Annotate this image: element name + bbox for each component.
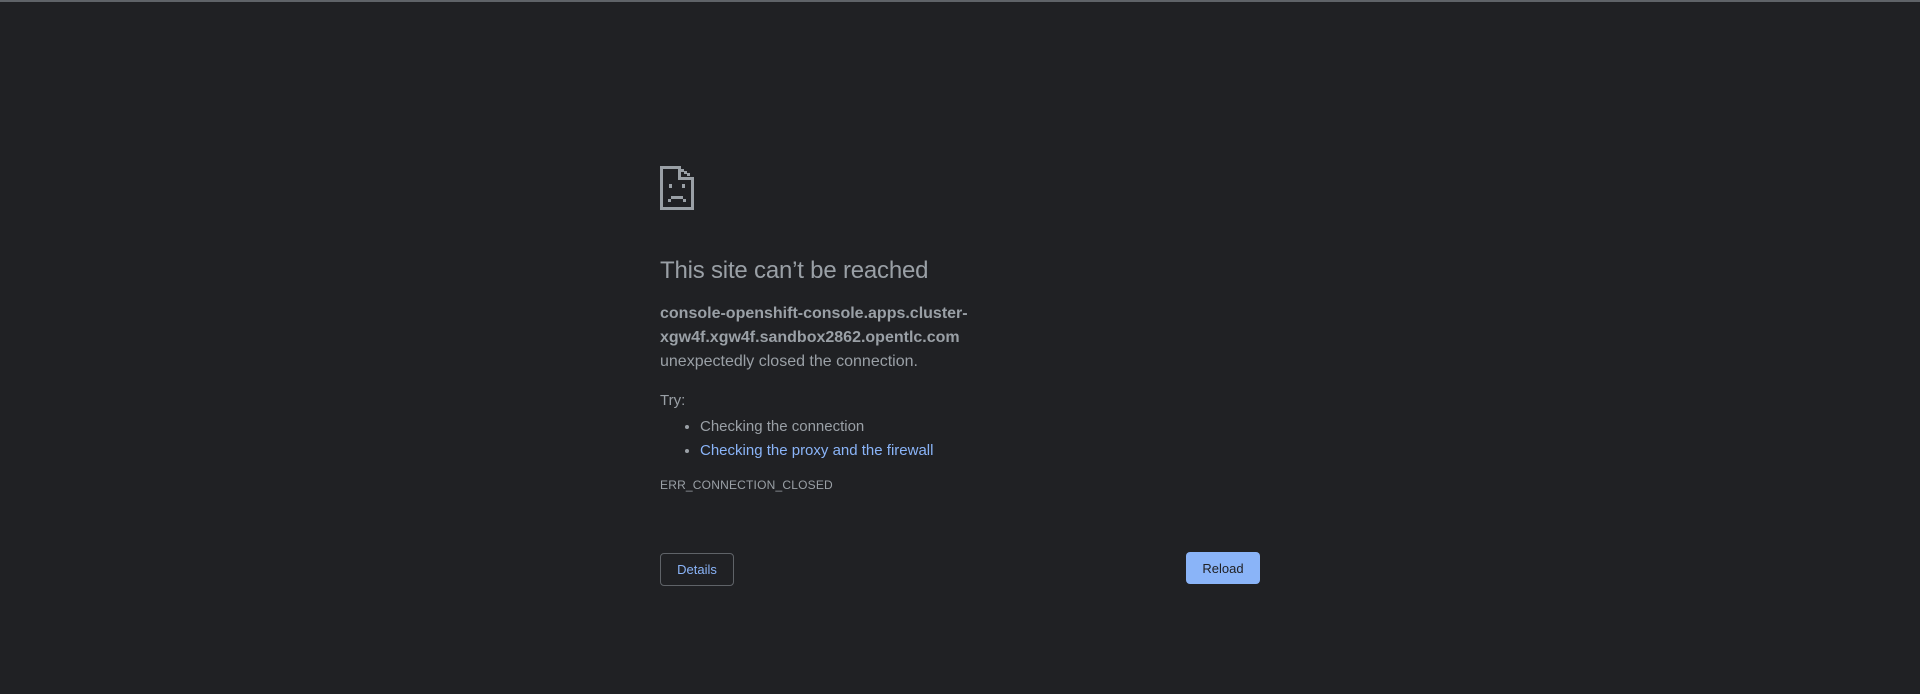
suggestions-list: Checking the connection Checking the pro…	[660, 415, 1260, 463]
details-button[interactable]: Details	[660, 553, 734, 586]
sad-document-icon	[660, 166, 694, 210]
hostname: console-openshift-console.apps.cluster-x…	[660, 305, 968, 346]
try-label: Try:	[660, 392, 686, 409]
suggestion-check-connection: Checking the connection	[700, 415, 1260, 439]
error-description: unexpectedly closed the connection.	[660, 353, 918, 370]
error-content: This site can’t be reached console-opens…	[660, 166, 1260, 587]
top-border	[0, 0, 1920, 2]
error-message: console-openshift-console.apps.cluster-x…	[660, 302, 1260, 374]
page-title: This site can’t be reached	[660, 257, 929, 284]
error-code: ERR_CONNECTION_CLOSED	[660, 478, 833, 492]
suggestion-check-proxy-firewall[interactable]: Checking the proxy and the firewall	[700, 439, 1260, 463]
proxy-firewall-link[interactable]: Checking the proxy and the firewall	[700, 442, 933, 459]
reload-button[interactable]: Reload	[1186, 552, 1260, 584]
button-row: Details Reload	[660, 552, 1260, 587]
